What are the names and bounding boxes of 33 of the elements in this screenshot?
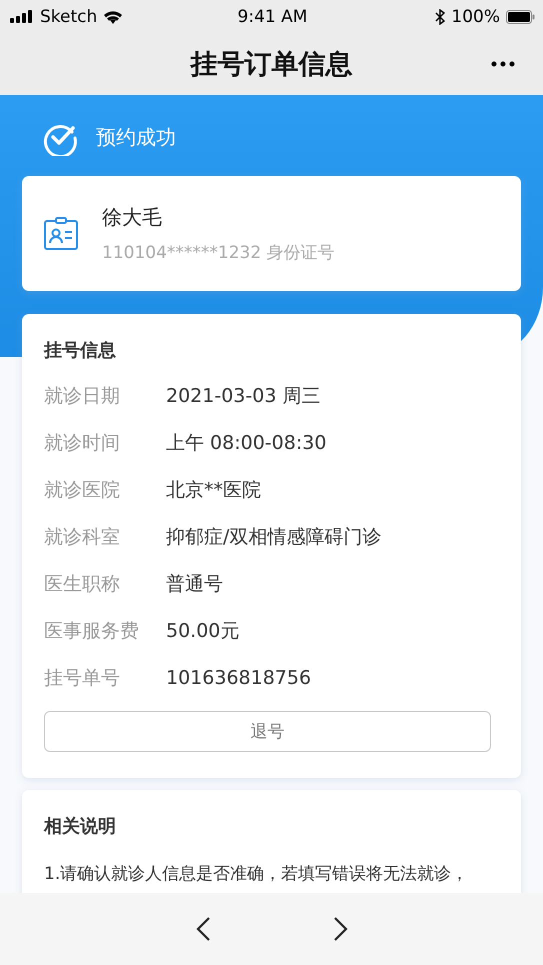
field-value: 2021-03-03 周三 [166,384,320,408]
field-value: 101636818756 [166,666,312,688]
section-title: 挂号信息 [44,339,117,362]
field-label: 挂号单号 [44,666,121,690]
id-badge-icon [44,217,78,250]
page-title: 挂号订单信息 [190,48,352,82]
field-label: 就诊时间 [44,430,121,456]
field-value: 北京**医院 [166,478,261,502]
battery-icon [506,10,535,24]
booking-status: 预约成功 [96,124,176,151]
more-icon[interactable] [491,61,515,67]
field-value: 普通号 [166,572,223,596]
field-label: 就诊科室 [44,524,121,550]
field-label: 医事服务费 [44,618,140,644]
clock-time: 9:41 AM [236,6,308,26]
field-value: 50.00元 [166,618,240,644]
field-value: 上午 08:00-08:30 [166,430,326,456]
wifi-icon [103,9,124,24]
battery-percent: 100% [451,6,500,26]
field-value: 抑郁症/双相情感障碍门诊 [166,524,382,550]
section-title: 相关说明 [44,815,117,838]
id-number: 110104******1232 身份证号 [102,242,335,264]
bluetooth-icon [435,8,446,24]
patient-name: 徐大毛 [102,204,163,230]
field-label: 就诊医院 [44,478,121,502]
field-label: 医生职称 [44,572,121,596]
carrier-name: Sketch [40,6,98,26]
forward-button[interactable] [332,916,348,942]
back-button[interactable] [194,916,210,942]
cancel-button[interactable]: 退号 [44,711,491,752]
signal-icon [10,10,34,23]
note-text: 1.请确认就诊人信息是否准确，若填写错误将无法就诊， [44,863,470,885]
field-label: 就诊日期 [44,384,121,408]
